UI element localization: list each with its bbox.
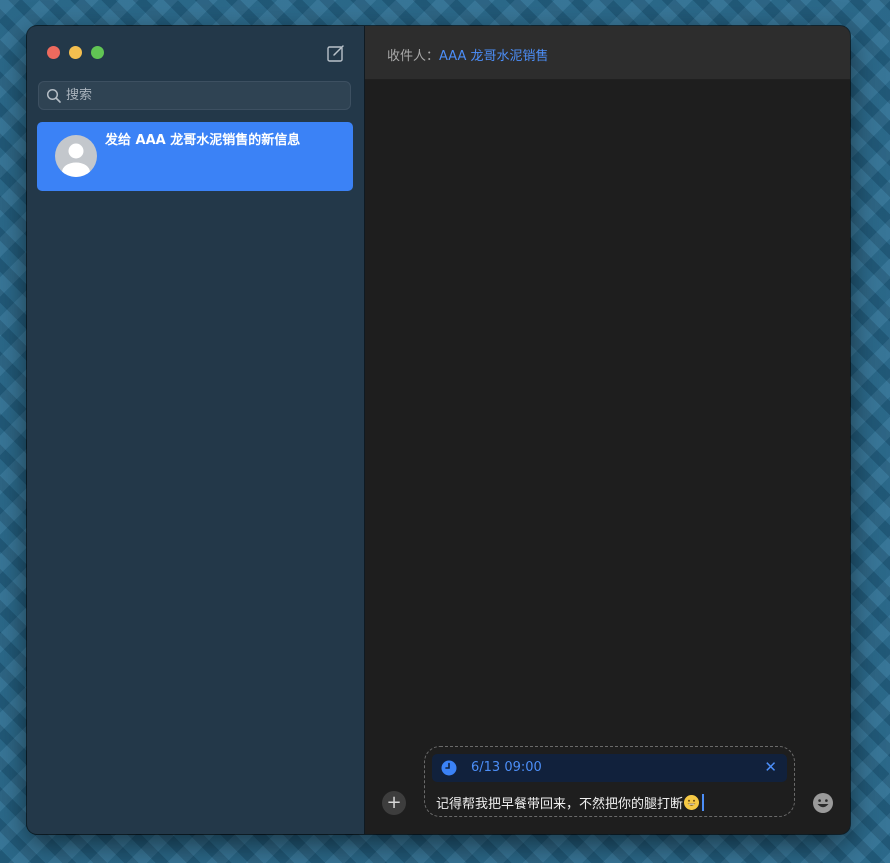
search-input[interactable] (66, 82, 336, 109)
conversation-item[interactable]: 发给 AAA 龙哥水泥销售的新信息 (37, 122, 353, 191)
message-input[interactable]: 记得帮我把早餐带回来，不然把你的腿打断 (436, 793, 705, 812)
window-controls (47, 46, 104, 59)
compose-icon[interactable] (326, 43, 346, 63)
minimize-window-button[interactable] (69, 46, 82, 59)
scheduled-time: 6/13 09:00 (471, 760, 542, 775)
messages-window: 发给 AAA 龙哥水泥销售的新信息 收件人： AAA 龙哥水泥销售 + 6/13… (27, 26, 850, 834)
recipient-label: 收件人： (387, 49, 440, 64)
conversation-pane: 收件人： AAA 龙哥水泥销售 + 6/13 09:00 ✕ 记得帮我把早餐带回… (365, 26, 850, 834)
grinning-face-icon (684, 795, 700, 810)
close-icon[interactable]: ✕ (764, 758, 777, 776)
close-window-button[interactable] (47, 46, 60, 59)
recipient-header: 收件人： AAA 龙哥水泥销售 (365, 26, 850, 80)
recipient-name[interactable]: AAA 龙哥水泥销售 (439, 45, 549, 64)
emoji-picker-icon[interactable] (812, 792, 834, 814)
clock-icon (441, 760, 457, 776)
add-attachment-button[interactable]: + (382, 791, 406, 815)
conversation-title: 发给 AAA 龙哥水泥销售的新信息 (105, 133, 301, 148)
message-composer[interactable]: 6/13 09:00 ✕ 记得帮我把早餐带回来，不然把你的腿打断 (424, 746, 795, 817)
person-icon (55, 135, 97, 177)
scheduled-send-banner[interactable]: 6/13 09:00 ✕ (432, 754, 787, 782)
message-text: 记得帮我把早餐带回来，不然把你的腿打断 (436, 797, 684, 812)
search-field[interactable] (38, 81, 351, 110)
search-icon (46, 88, 62, 104)
text-cursor (702, 794, 705, 811)
zoom-window-button[interactable] (91, 46, 104, 59)
sidebar: 发给 AAA 龙哥水泥销售的新信息 (27, 26, 365, 834)
